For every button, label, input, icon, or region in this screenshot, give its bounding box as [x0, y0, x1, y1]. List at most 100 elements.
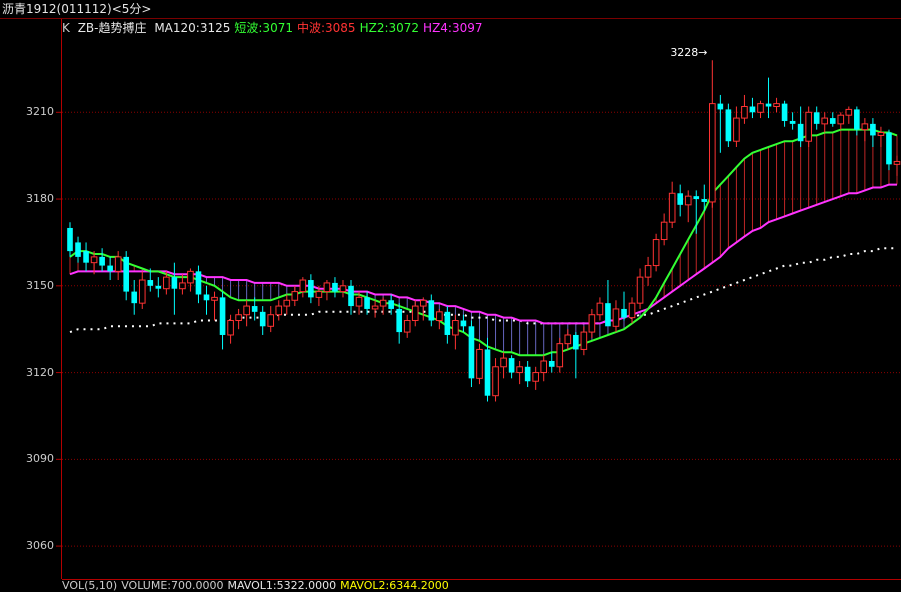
candle-body	[411, 305, 419, 322]
candle-body	[243, 305, 250, 316]
candle-body	[403, 320, 411, 333]
candle-body	[179, 282, 186, 290]
candle-body	[99, 256, 105, 266]
candle-body	[797, 123, 804, 142]
candle-body	[500, 357, 507, 368]
candle-body	[315, 291, 323, 298]
candle-body	[612, 308, 620, 327]
candle-body	[854, 109, 860, 130]
volume-legend-item: VOL(5,10)	[62, 579, 118, 592]
candle-body	[684, 195, 692, 206]
candle-body	[781, 103, 788, 121]
candle-body	[886, 132, 892, 165]
candle-body	[323, 282, 331, 293]
candle-body	[837, 114, 845, 125]
candle-body	[468, 326, 475, 379]
candle-body	[693, 196, 700, 200]
candle-body	[596, 302, 604, 316]
candle-body	[219, 297, 226, 335]
candle-body	[348, 285, 354, 307]
candle-body	[492, 366, 499, 397]
candle-body	[508, 358, 515, 373]
candle-body	[114, 256, 122, 272]
volume-legend-item: MAVOL1:5322.0000	[227, 579, 337, 592]
candle-body	[452, 320, 459, 336]
candle-body	[155, 285, 162, 289]
candle-body	[275, 305, 283, 316]
candle-body	[829, 118, 836, 124]
candle-body	[805, 111, 812, 142]
candle-body	[548, 361, 555, 367]
candle-body	[171, 277, 178, 289]
candle-body	[540, 360, 548, 374]
candle-body	[211, 296, 218, 301]
candle-body	[138, 279, 146, 304]
candle-body	[436, 311, 443, 322]
candle-body	[556, 343, 564, 368]
candle-body	[83, 251, 89, 263]
candle-body	[845, 108, 853, 116]
candle-body	[90, 256, 98, 264]
candle-body	[388, 300, 394, 309]
candle-body	[195, 271, 202, 295]
candle-body	[701, 199, 708, 202]
candle-body	[628, 302, 636, 319]
candle-body	[299, 279, 307, 293]
candle-body	[396, 308, 402, 333]
candle-body	[877, 132, 885, 136]
candle-body	[107, 265, 113, 272]
volume-legend-item: VOLUME:700.0000	[121, 579, 224, 592]
candle-body	[757, 103, 764, 113]
candle-body	[308, 280, 314, 298]
volume-legend-item: MAVOL2:6344.2000	[340, 579, 449, 592]
candle-body	[813, 112, 820, 124]
candle-body	[379, 299, 387, 307]
candle-body	[516, 366, 523, 374]
candle-body	[532, 372, 539, 382]
candle-body	[733, 117, 740, 142]
candle-body	[428, 300, 435, 321]
volume-legend: VOL(5,10) VOLUME:700.0000 MAVOL1:5322.0000…	[62, 579, 901, 592]
candle-body	[235, 314, 242, 322]
candle-body	[67, 227, 73, 252]
candle-body	[717, 103, 724, 110]
candle-body	[371, 305, 379, 310]
candle-body	[339, 285, 347, 293]
candle-body	[821, 117, 829, 125]
candle-body	[283, 299, 291, 307]
candle-body	[484, 349, 491, 396]
candle-body	[364, 297, 370, 309]
candle-body	[267, 314, 275, 327]
candle-body	[187, 270, 194, 284]
candle-body	[524, 366, 531, 382]
hz4-line	[69, 183, 897, 325]
candle-body	[460, 320, 467, 327]
candle-body	[621, 308, 627, 318]
candle-body	[741, 106, 748, 119]
candle-body	[789, 120, 796, 124]
candle-body	[588, 314, 596, 333]
candle-body	[291, 291, 299, 301]
peak-annotation: 3228→	[670, 46, 708, 60]
candle-body	[476, 348, 483, 379]
candle-body	[163, 276, 170, 290]
candle-body	[709, 103, 716, 203]
candle-body	[644, 265, 652, 278]
candle-body	[765, 103, 772, 107]
candle-body	[564, 334, 572, 345]
candle-body	[660, 221, 668, 241]
candle-body	[773, 103, 780, 108]
candle-body	[203, 294, 210, 301]
candle-body	[419, 299, 427, 307]
candlestick-chart[interactable]	[0, 0, 901, 588]
candle-body	[636, 276, 644, 304]
candle-body	[652, 239, 660, 267]
candle-body	[725, 109, 732, 142]
candle-body	[123, 256, 130, 292]
candle-body	[147, 280, 154, 286]
candle-body	[227, 320, 234, 336]
candle-body	[355, 296, 363, 307]
candle-body	[259, 311, 266, 327]
candle-body	[605, 303, 611, 327]
candle-body	[75, 242, 81, 257]
